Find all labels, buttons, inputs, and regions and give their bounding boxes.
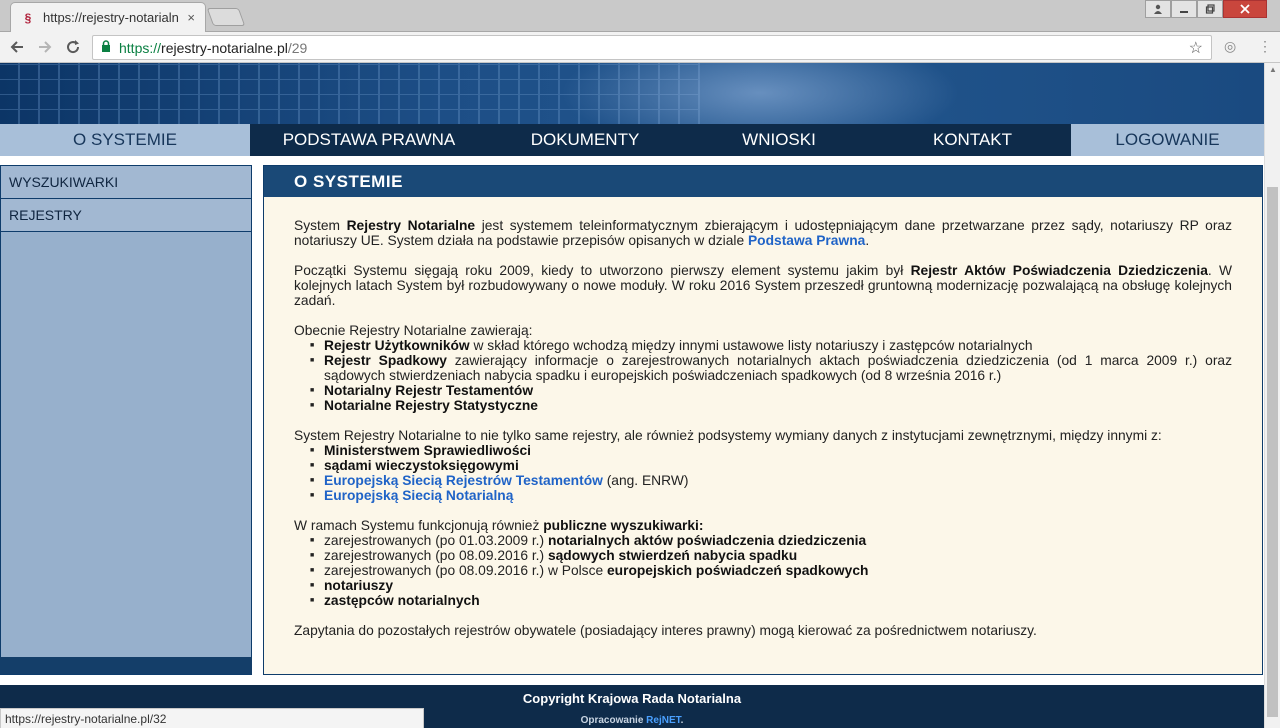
url-host: rejestry-notarialne.pl bbox=[161, 39, 288, 56]
sidebar-footer-bar bbox=[0, 657, 252, 674]
list-item: Rejestr Użytkowników w skład którego wch… bbox=[310, 338, 1232, 353]
bold-text: Rejestr Spadkowy bbox=[324, 353, 447, 368]
bold-text: Notarialne Rejestry Statystyczne bbox=[324, 398, 538, 413]
paragraph-closing: Zapytania do pozostałych rejestrów obywa… bbox=[294, 623, 1037, 638]
link-ens[interactable]: Europejską Siecią Notarialną bbox=[324, 488, 513, 503]
list-item: Europejską Siecią Rejestrów Testamentów … bbox=[310, 473, 1232, 488]
bold-text: zastępców notarialnych bbox=[324, 593, 480, 608]
text: zarejestrowanych (po 01.03.2009 r.) bbox=[324, 533, 548, 548]
page-title: O SYSTEMIE bbox=[264, 166, 1262, 197]
restore-icon[interactable] bbox=[1197, 0, 1223, 18]
status-bar-url: https://rejestry-notarialne.pl/32 bbox=[0, 708, 424, 728]
bold-text: Rejestr Użytkowników bbox=[324, 338, 470, 353]
nav-item-podstawa-prawna[interactable]: PODSTAWA PRAWNA bbox=[250, 124, 488, 156]
list-item: sądami wieczystoksięgowymi bbox=[310, 458, 1232, 473]
bold-text: europejskich poświadczeń spadkowych bbox=[606, 563, 869, 578]
link-podstawa-prawna[interactable]: Podstawa Prawna bbox=[748, 233, 865, 248]
subsystems-intro: System Rejestry Notarialne to nie tylko … bbox=[294, 428, 1162, 443]
browser-tab[interactable]: § https://rejestry-notarialn × bbox=[10, 2, 206, 32]
registers-list: Rejestr Użytkowników w skład którego wch… bbox=[310, 338, 1232, 413]
text: zawierający informacje o zarejestrowanyc… bbox=[324, 353, 1232, 383]
site-favicon-icon: § bbox=[24, 10, 32, 25]
bookmark-star-icon[interactable]: ☆ bbox=[1189, 38, 1203, 58]
list-item: zastępców notarialnych bbox=[310, 593, 1232, 608]
sidebar: WYSZUKIWARKI REJESTRY bbox=[0, 165, 252, 675]
paragraph-intro: System Rejestry Notarialne jest systemem… bbox=[294, 218, 1232, 248]
search-list: zarejestrowanych (po 01.03.2009 r.) nota… bbox=[310, 533, 1232, 608]
header-banner bbox=[0, 63, 1264, 124]
paragraph-history: Początki Systemu sięgają roku 2009, kied… bbox=[294, 263, 1232, 308]
minimize-icon[interactable] bbox=[1171, 0, 1197, 18]
tab-close-icon[interactable]: × bbox=[187, 10, 195, 25]
scroll-up-icon[interactable]: ▲ bbox=[1269, 65, 1277, 74]
bold-text: Rejestr Aktów Poświadczenia Dziedziczeni… bbox=[910, 263, 1208, 278]
forward-arrow-icon[interactable] bbox=[34, 36, 56, 58]
text: zarejestrowanych (po 08.09.2016 r.) bbox=[324, 548, 548, 563]
nav-item-o-systemie[interactable]: O SYSTEMIE bbox=[0, 124, 250, 156]
subsystems-list: Ministerstwem Sprawiedliwości sądami wie… bbox=[310, 443, 1232, 503]
link-enrw[interactable]: Europejską Siecią Rejestrów Testamentów bbox=[324, 473, 603, 488]
nav-item-wnioski[interactable]: WNIOSKI bbox=[682, 124, 876, 156]
bold-text: sądowych stwierdzeń nabycia spadku bbox=[547, 548, 798, 563]
user-profile-icon[interactable] bbox=[1145, 0, 1171, 18]
article-body: System Rejestry Notarialne jest systemem… bbox=[294, 218, 1232, 653]
vertical-scrollbar[interactable]: ▲ bbox=[1264, 63, 1280, 728]
address-bar[interactable]: https://rejestry-notarialne.pl/29 ☆ bbox=[92, 35, 1212, 60]
nav-item-kontakt[interactable]: KONTAKT bbox=[876, 124, 1069, 156]
copyright-text: Copyright Krajowa Rada Notarialna bbox=[522, 691, 742, 706]
bold-text: notarialnych aktów poświadczenia dziedzi… bbox=[547, 533, 867, 548]
text: Początki Systemu sięgają roku 2009, kied… bbox=[294, 263, 911, 278]
browser-tab-bar: § https://rejestry-notarialn × bbox=[0, 0, 1280, 32]
web-page: O SYSTEMIE PODSTAWA PRAWNA DOKUMENTY WNI… bbox=[0, 63, 1264, 728]
list-item: zarejestrowanych (po 08.09.2016 r.) sądo… bbox=[310, 548, 1232, 563]
list-item: Rejestr Spadkowy zawierający informacje … bbox=[310, 353, 1232, 383]
menu-dots-icon[interactable]: ⋮ bbox=[1258, 38, 1272, 55]
main-navigation: O SYSTEMIE PODSTAWA PRAWNA DOKUMENTY WNI… bbox=[0, 124, 1264, 156]
bold-text: Rejestry Notarialne bbox=[346, 218, 476, 233]
sidebar-item-wyszukiwarki[interactable]: WYSZUKIWARKI bbox=[1, 166, 251, 199]
link-rejnet[interactable]: RejNET bbox=[646, 715, 680, 726]
tab-title: https://rejestry-notarialn bbox=[43, 10, 179, 25]
text: w skład którego wchodzą między innymi us… bbox=[469, 338, 1033, 353]
bold-text: sądami wieczystoksięgowymi bbox=[324, 458, 519, 473]
list-item: Europejską Siecią Notarialną bbox=[310, 488, 1232, 503]
reload-icon[interactable] bbox=[62, 36, 84, 58]
browser-toolbar: https://rejestry-notarialne.pl/29 ☆ ◎ ⋮ bbox=[0, 32, 1280, 63]
url-scheme: https:// bbox=[119, 39, 162, 56]
list-item: Notarialne Rejestry Statystyczne bbox=[310, 398, 1232, 413]
text: (ang. ENRW) bbox=[602, 473, 689, 488]
url-path: /29 bbox=[287, 39, 308, 56]
bold-text: notariuszy bbox=[324, 578, 393, 593]
sidebar-item-rejestry[interactable]: REJESTRY bbox=[1, 199, 251, 232]
text: System bbox=[294, 218, 347, 233]
content-panel: O SYSTEMIE System Rejestry Notarialne je… bbox=[263, 165, 1263, 675]
extension-icon[interactable]: ◎ bbox=[1224, 38, 1236, 55]
list-item: zarejestrowanych (po 01.03.2009 r.) nota… bbox=[310, 533, 1232, 548]
text: Opracowanie bbox=[580, 715, 647, 726]
list-item: Notarialny Rejestr Testamentów bbox=[310, 383, 1232, 398]
list-item: Ministerstwem Sprawiedliwości bbox=[310, 443, 1232, 458]
search-intro: W ramach Systemu funkcjonują również pub… bbox=[294, 518, 1232, 533]
text: . bbox=[865, 233, 870, 248]
new-tab-button[interactable] bbox=[206, 8, 246, 26]
text: W ramach Systemu funkcjonują również bbox=[294, 518, 544, 533]
list-item: zarejestrowanych (po 08.09.2016 r.) w Po… bbox=[310, 563, 1232, 578]
bold-text: Notarialny Rejestr Testamentów bbox=[324, 383, 534, 398]
banner-glow bbox=[560, 63, 960, 124]
back-arrow-icon[interactable] bbox=[6, 36, 28, 58]
text: zarejestrowanych (po 08.09.2016 r.) w Po… bbox=[324, 563, 607, 578]
scrollbar-thumb[interactable] bbox=[1267, 187, 1278, 717]
nav-item-dokumenty[interactable]: DOKUMENTY bbox=[488, 124, 682, 156]
list-item: notariuszy bbox=[310, 578, 1232, 593]
bold-text: publiczne wyszukiwarki: bbox=[543, 518, 704, 533]
close-window-icon[interactable] bbox=[1223, 0, 1267, 18]
window-controls bbox=[1145, 0, 1267, 18]
nav-item-logowanie[interactable]: LOGOWANIE bbox=[1071, 124, 1264, 156]
text: . bbox=[680, 715, 684, 726]
bold-text: Ministerstwem Sprawiedliwości bbox=[324, 443, 532, 458]
registers-intro: Obecnie Rejestry Notarialne zawierają: bbox=[294, 323, 533, 338]
secure-lock-icon bbox=[101, 40, 111, 55]
